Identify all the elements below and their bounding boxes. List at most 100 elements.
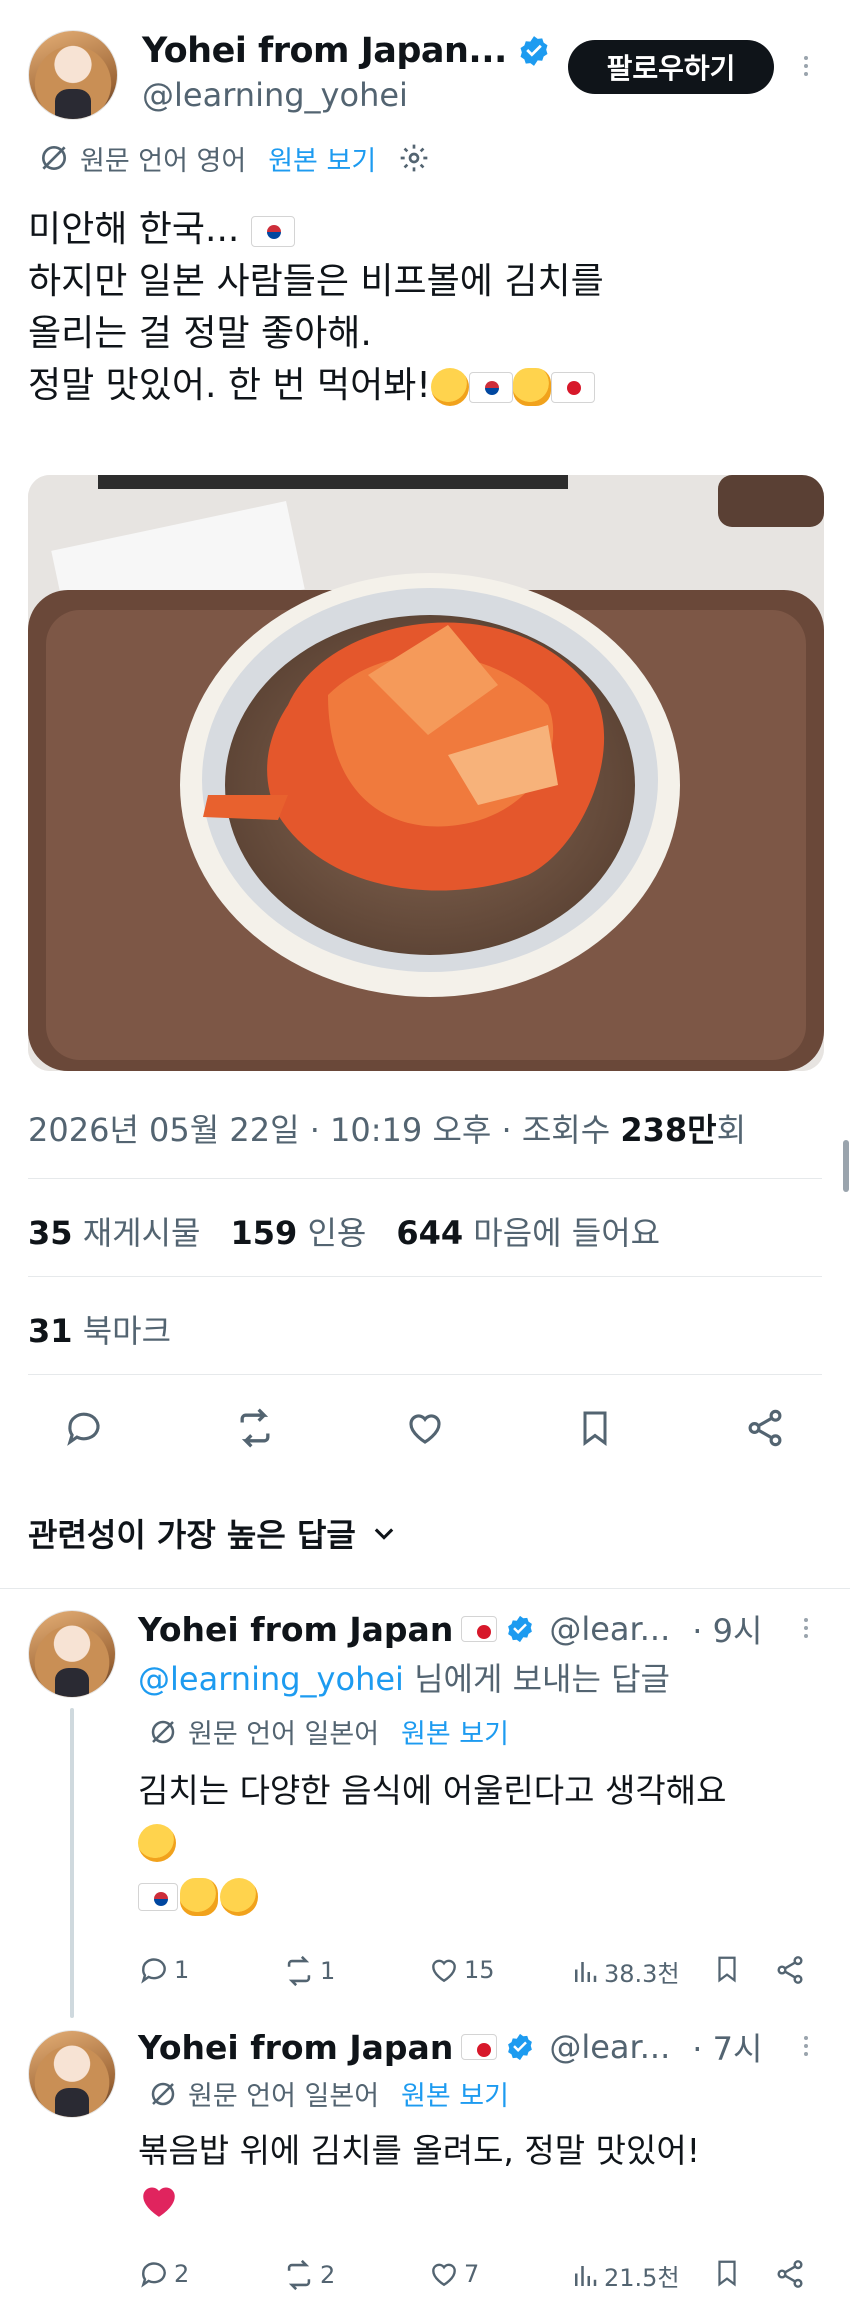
reply-author-name[interactable]: Yohei from Japan — [138, 2028, 453, 2067]
reply-icon[interactable] — [62, 1406, 106, 1450]
post-photo[interactable] — [28, 475, 824, 1071]
japan-flag-icon — [461, 1616, 498, 1642]
reply-author-avatar[interactable] — [28, 2030, 116, 2118]
analytics-icon — [575, 1961, 597, 1982]
author-name-row[interactable]: Yohei from Japan... — [142, 28, 551, 74]
more-options-icon[interactable] — [802, 52, 810, 80]
japan-flag-icon — [550, 371, 595, 403]
reply-handle[interactable]: @lear... — [549, 2028, 670, 2066]
show-original-link[interactable]: 원본 보기 — [401, 1712, 509, 1751]
source-language-text: 원문 언어 영어 — [80, 145, 247, 177]
korea-flag-icon — [138, 1883, 178, 1911]
replies-sort-dropdown[interactable]: 관련성이 가장 높은 답글 — [28, 1510, 398, 1556]
like-icon — [432, 1959, 456, 1983]
post-timestamp-row: 2026년 05월 22일 · 10:19 오후 · 조회수 238만회 — [28, 1105, 746, 1151]
chevron-down-icon — [374, 1528, 394, 1540]
reply-views-action[interactable]: 38.3천 — [570, 1954, 680, 1989]
reply-reply-action[interactable]: 1 — [138, 1954, 189, 1986]
bookmarks-stat[interactable]: 31 북마크 — [28, 1306, 171, 1352]
reply-to-line: @learning_yohei 님에게 보내는 답글 — [138, 1654, 670, 1700]
share-icon[interactable] — [743, 1406, 787, 1450]
view-count: 38.3천 — [604, 1960, 680, 1988]
divider — [0, 1588, 850, 1589]
reply-to-handle[interactable]: @learning_yohei — [138, 1660, 404, 1698]
engagement-stats: 35 재게시물 159 인용 644 마음에 들어요 — [28, 1208, 660, 1254]
view-count-suffix: 회 — [716, 1111, 747, 1149]
reply-views-action[interactable]: 21.5천 — [570, 2258, 680, 2293]
post-line-2: 하지만 일본 사람들은 비프볼에 김치를 — [28, 261, 604, 302]
quotes-stat[interactable]: 159 인용 — [230, 1208, 366, 1254]
post-line-3: 올리는 걸 정말 좋아해. — [28, 313, 372, 354]
share-icon — [777, 1956, 803, 1984]
reply-count: 1 — [174, 1956, 190, 1984]
view-count: 238만 — [620, 1111, 717, 1149]
reply-bookmark-action[interactable] — [712, 2258, 742, 2288]
like-count: 15 — [464, 1956, 495, 1984]
reply-time[interactable]: · 7시 — [692, 2024, 762, 2070]
follow-button[interactable]: 팔로우하기 — [568, 40, 774, 94]
like-icon — [432, 2263, 456, 2287]
handshake-icon — [180, 1878, 218, 1916]
translation-row: 원문 언어 일본어 원본 보기 — [148, 2074, 509, 2113]
reply-repost-action[interactable]: 2 — [282, 2258, 335, 2292]
divider — [28, 1178, 822, 1179]
red-heart-icon — [143, 2187, 175, 2217]
reply-count: 2 — [174, 2260, 190, 2288]
reply-author-name[interactable]: Yohei from Japan — [138, 1610, 453, 1649]
shushing-face-icon — [138, 1824, 176, 1862]
translate-off-icon — [42, 146, 66, 170]
korea-flag-icon — [468, 371, 513, 403]
smiling-face-with-hearts-icon — [430, 368, 469, 406]
reposts-stat[interactable]: 35 재게시물 — [28, 1208, 200, 1254]
reply-author-avatar[interactable] — [28, 1610, 116, 1698]
post-line-1: 미안해 한국... — [28, 204, 828, 256]
gear-icon[interactable] — [398, 142, 430, 174]
source-language-text: 원문 언어 일본어 — [188, 1719, 380, 1750]
reply-share-action[interactable] — [774, 1954, 806, 1986]
more-options-icon[interactable] — [802, 2032, 810, 2060]
like-count: 7 — [464, 2260, 480, 2288]
translate-off-icon — [151, 2082, 175, 2105]
reply-time[interactable]: · 9시 — [692, 1606, 762, 1652]
face-with-hand-over-mouth-icon — [220, 1878, 258, 1916]
bookmark-icon — [718, 1956, 736, 1983]
reply-share-action[interactable] — [774, 2258, 806, 2290]
repost-icon — [287, 1955, 311, 1987]
more-options-icon[interactable] — [802, 1614, 810, 1642]
reply-repost-action[interactable]: 1 — [282, 1954, 335, 1988]
reply-header: Yohei from Japan @lear... · 9시 — [138, 1604, 762, 1654]
japan-flag-icon — [461, 2034, 498, 2060]
author-avatar[interactable] — [28, 30, 118, 120]
like-icon[interactable] — [403, 1406, 447, 1450]
reply-header: Yohei from Japan @lear... · 7시 — [138, 2022, 762, 2072]
reply-like-action[interactable]: 15 — [428, 1954, 495, 1986]
likes-stat[interactable]: 644 마음에 들어요 — [396, 1208, 660, 1254]
translation-row: 원문 언어 일본어 원본 보기 — [148, 1712, 509, 1751]
bookmark-icon[interactable] — [573, 1406, 617, 1450]
bookmark-icon — [718, 2260, 736, 2287]
repost-icon[interactable] — [233, 1406, 277, 1450]
follow-button-label: 팔로우하기 — [606, 52, 736, 85]
source-language-text: 원문 언어 일본어 — [188, 2081, 380, 2112]
reply-handle[interactable]: @lear... — [549, 1610, 670, 1648]
reply-like-action[interactable]: 7 — [428, 2258, 479, 2290]
show-original-link[interactable]: 원본 보기 — [401, 2074, 509, 2113]
post-body: 미안해 한국... 하지만 일본 사람들은 비프볼에 김치를 올리는 걸 정말 … — [28, 204, 828, 412]
reply-icon — [141, 2262, 166, 2288]
reply-text: 김치는 다양한 음식에 어울린다고 생각해요 — [138, 1771, 727, 1810]
korea-flag-icon — [250, 215, 295, 247]
post-timestamp[interactable]: 2026년 05월 22일 · 10:19 오후 · 조회수 — [28, 1111, 610, 1149]
scroll-indicator[interactable] — [843, 1140, 849, 1192]
reply-bookmark-action[interactable] — [712, 1954, 742, 1984]
repost-count: 1 — [320, 1957, 336, 1985]
translate-off-icon — [151, 1720, 175, 1743]
share-icon — [777, 2260, 803, 2288]
translation-row: 원문 언어 영어 원본 보기 — [38, 138, 430, 178]
show-original-link[interactable]: 원본 보기 — [268, 139, 376, 178]
replies-sort-label: 관련성이 가장 높은 답글 — [28, 1516, 356, 1554]
thread-line — [70, 1708, 74, 2018]
reply-reply-action[interactable]: 2 — [138, 2258, 189, 2290]
divider — [28, 1374, 822, 1375]
author-name[interactable]: Yohei from Japan... — [142, 31, 507, 71]
author-handle[interactable]: @learning_yohei — [142, 76, 408, 114]
